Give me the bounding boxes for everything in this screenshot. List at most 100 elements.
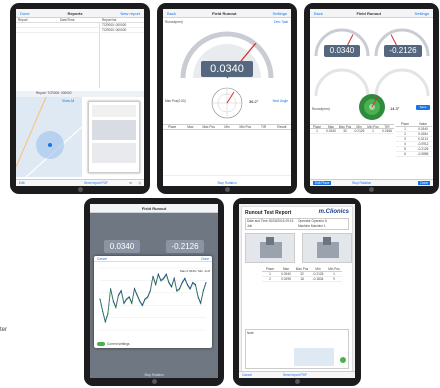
settings-button[interactable]: Settings <box>273 11 287 16</box>
table-cell: 1 <box>333 272 335 276</box>
show-all-link[interactable]: Show All <box>62 99 74 103</box>
done-button[interactable]: Done <box>20 11 30 16</box>
table-cell: 1 <box>316 129 318 133</box>
polar-label: Max Pos(0.00) <box>165 99 186 103</box>
chart-navbar: Field Runout <box>90 204 218 213</box>
dual-table-rows: 1 0.0340 32 -0.2126 1 0.2466 <box>310 129 394 134</box>
cropped-side-text: ter <box>0 327 8 333</box>
marketing-collage: Done Reports New report Report Date/Time… <box>0 0 440 388</box>
table-cell: 9 <box>333 277 335 281</box>
angle-value: 14.3° <box>390 106 400 111</box>
values-table: Place Value 1 0.0340 2 0.0284 3 0.0213 4 -0.0912… <box>396 122 432 157</box>
ipad-field-runout: Back Field Runout Settings Runout(mm) Ze… <box>157 3 297 194</box>
data-point <box>144 298 146 300</box>
data-point <box>139 300 141 302</box>
chart-popup: Cancel Done Max 0.0340 / Min -0.2126 Cur… <box>94 256 212 348</box>
table-header-cell: TIR <box>384 125 390 129</box>
table-header-cell: Max <box>327 125 335 129</box>
table-header-cell: Max <box>282 267 290 271</box>
data-point <box>136 294 138 296</box>
runout-series-line <box>99 272 207 324</box>
back-button[interactable]: Back <box>314 11 323 16</box>
table-header-cell: Min Pos <box>328 267 340 271</box>
table-cell: 1 <box>269 272 271 276</box>
popup-cancel-button[interactable]: Cancel <box>97 257 107 261</box>
reports-list <box>16 23 100 88</box>
table-cell: 6 <box>404 152 406 156</box>
filter-report[interactable]: Report <box>16 18 60 22</box>
stop-rotation-button[interactable]: Stop Rotation <box>163 181 291 185</box>
print-icon[interactable]: ⎙ <box>138 181 141 185</box>
toggle-row: Current settings <box>97 342 130 346</box>
new-report-button[interactable]: New report <box>120 11 140 16</box>
toggle-label: Current settings <box>107 342 130 346</box>
data-point <box>160 279 162 281</box>
send-pdf-button[interactable]: Send report PDF <box>283 373 307 377</box>
settings-button[interactable]: Settings <box>415 11 429 16</box>
popup-done-button[interactable]: Done <box>201 257 209 261</box>
popup-header: Cancel Done <box>94 256 212 262</box>
cancel-button[interactable]: Cancel <box>242 373 252 377</box>
report-map <box>294 348 334 366</box>
report-table: Place Max Max Pos Min Min Pos 1 0.0340 32 -0.21… <box>262 267 342 282</box>
data-point <box>192 282 194 283</box>
table-header-cell: Place <box>266 267 274 271</box>
back-button[interactable]: Back <box>167 11 176 16</box>
table-cell: 0.0340 <box>418 127 428 131</box>
ipad-test-report: Runout Test Report m.Clionics Date and T… <box>233 198 361 386</box>
data-point <box>184 277 186 279</box>
table-header-cell: Min <box>224 125 230 129</box>
data-point <box>205 282 207 283</box>
filter-date[interactable]: Date/Time <box>60 18 102 22</box>
table-header-cell: Value <box>419 122 427 126</box>
table-header-cell: Max Pos <box>338 125 352 129</box>
data-point <box>189 288 191 290</box>
table-cell: 0.2466 <box>382 129 392 133</box>
table-cell: -0.0912 <box>417 142 429 146</box>
settings-toggle[interactable] <box>97 342 105 346</box>
table-cell: 0.0340 <box>281 272 291 276</box>
chart-legend: Max 0.0340 / Min -0.2126 <box>180 269 210 273</box>
info-field: Job <box>247 224 253 228</box>
data-point <box>168 282 170 283</box>
table-cell: 2 <box>404 132 406 136</box>
data-point <box>149 290 151 292</box>
bg-gauge-1-value: 0.0340 <box>104 240 140 253</box>
table-cell: -0.1834 <box>312 277 324 281</box>
table-cell: 0.0284 <box>418 132 428 136</box>
table-header-cell: Max <box>187 125 194 129</box>
stop-rotation-button[interactable]: Stop Rotation <box>90 373 218 377</box>
edit-button[interactable]: Edit <box>19 181 25 185</box>
save-button[interactable]: Save <box>416 105 430 110</box>
table-cell: -0.0885 <box>417 152 429 156</box>
chart-nav-title: Field Runout <box>141 205 167 211</box>
edit-place-button[interactable]: Edit Place <box>313 181 332 185</box>
table-row[interactable]: 6 -0.0885 <box>396 152 432 157</box>
table-row[interactable]: 1 0.0340 32 -0.2126 1 0.2466 <box>310 129 394 134</box>
mail-icon[interactable]: ✉ <box>129 181 132 185</box>
data-point <box>179 288 180 290</box>
runout-title: Field Runout <box>212 10 237 16</box>
done-button[interactable]: Done <box>418 181 430 185</box>
dual-screen: Back Field Runout Settings 0.0340 -0.212… <box>310 9 433 186</box>
table-cell: -0.2126 <box>417 147 429 151</box>
data-point <box>202 290 204 292</box>
map-view[interactable]: Show All <box>16 96 83 178</box>
brand-logo: m.Clionics <box>318 209 349 215</box>
table-cell: 5 <box>404 147 406 151</box>
send-pdf-button[interactable]: Send report PDF <box>84 181 108 185</box>
next-angle-link[interactable]: Next Angle <box>273 99 288 103</box>
gauge-value: 0.0340 <box>201 61 253 77</box>
reports-navbar: Done Reports New report <box>16 9 144 18</box>
table-cell: 2 <box>269 277 271 281</box>
table-header-cell: TIR <box>260 125 267 129</box>
table-cell: 3 <box>404 137 406 141</box>
stop-rotation-button[interactable]: Stop Rotation <box>352 181 371 185</box>
polar-heatmap <box>359 94 385 120</box>
report-table-rows: 1 0.0340 32 -0.2126 1 2 0.0295 18 -0.1834 9 <box>262 272 342 282</box>
filter-list[interactable]: Report list <box>102 18 144 22</box>
table-header-cell: Min <box>356 125 362 129</box>
table-row[interactable]: 2 0.0295 18 -0.1834 9 <box>262 277 342 282</box>
list-item[interactable]: TCR000: 000000 <box>101 28 144 33</box>
report-page: Runout Test Report m.Clionics Date and T… <box>241 206 353 372</box>
